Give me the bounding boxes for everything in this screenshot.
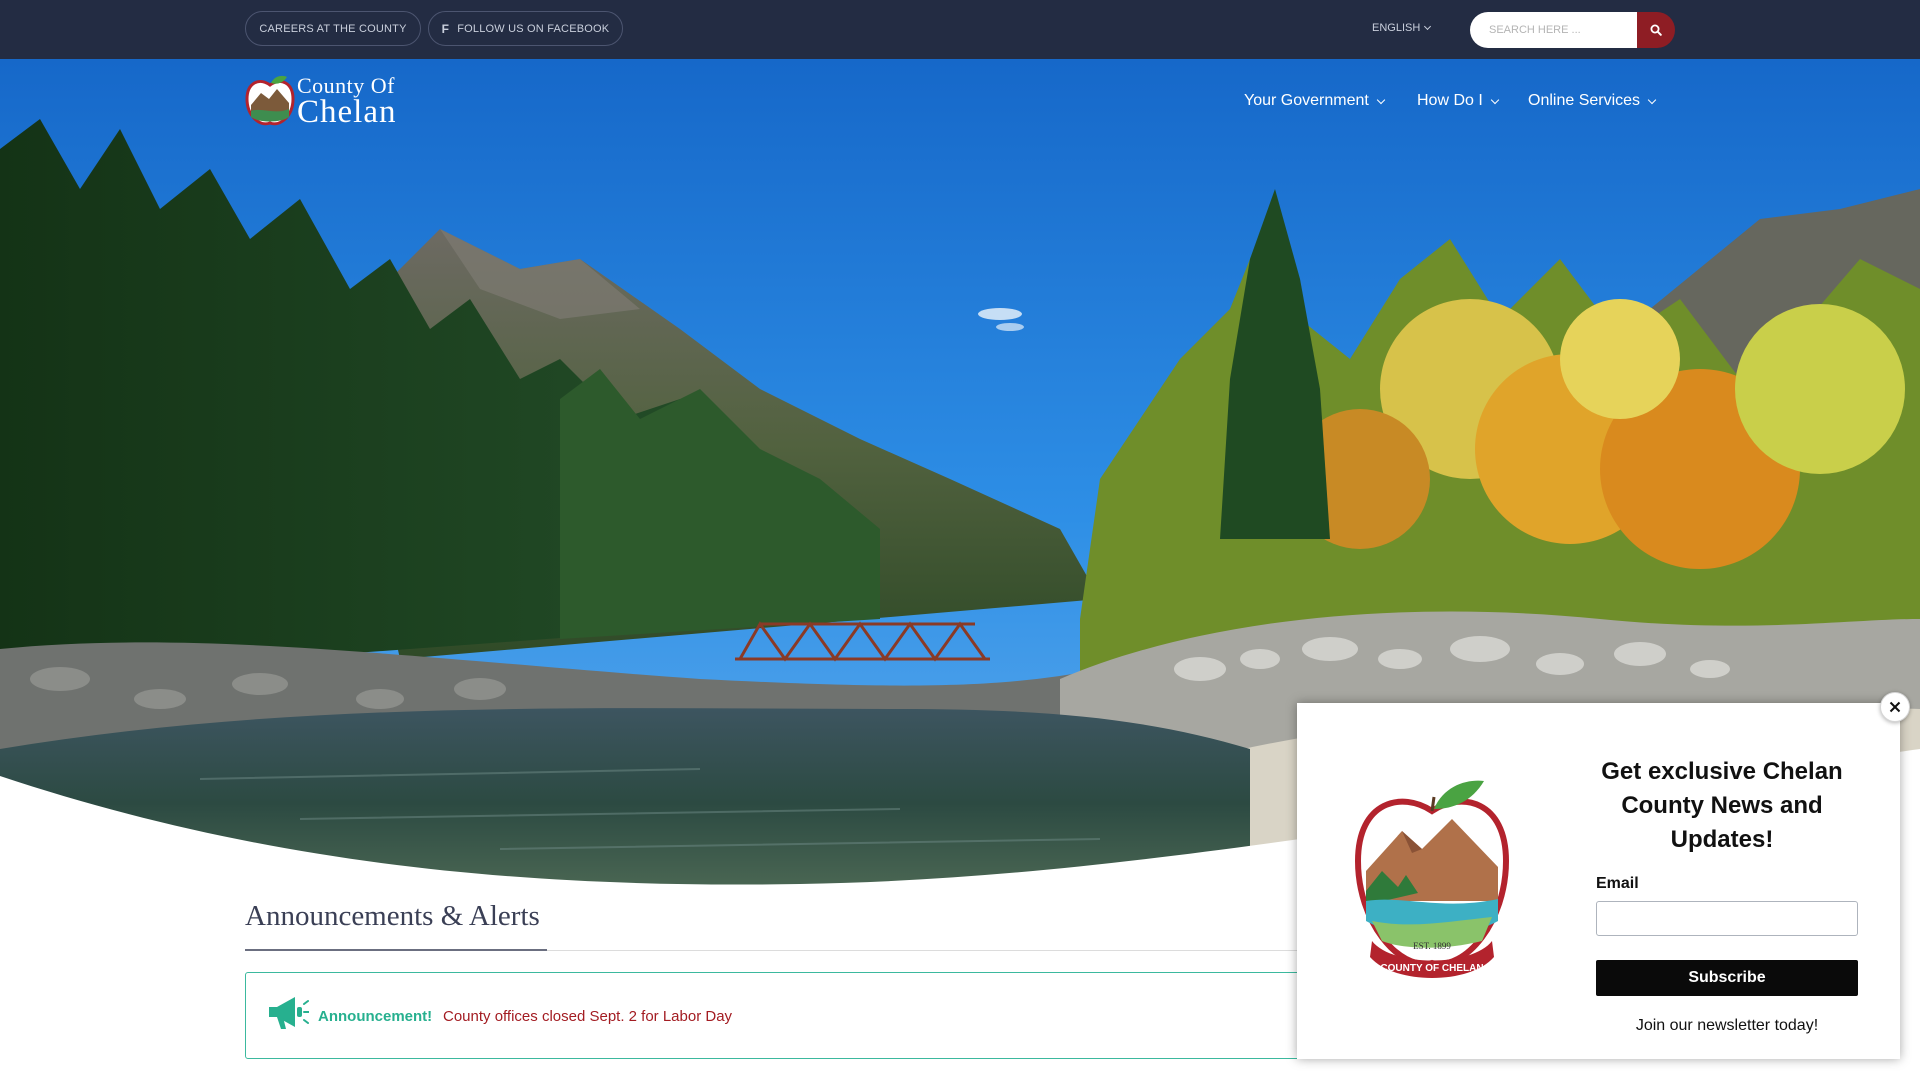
- section-title: Announcements & Alerts: [245, 900, 540, 932]
- language-selector[interactable]: ENGLISH: [1372, 22, 1432, 34]
- title-underline: [245, 949, 547, 951]
- nav-label: How Do I: [1417, 92, 1483, 109]
- chevron-down-icon: [1376, 95, 1386, 104]
- search-input[interactable]: [1470, 12, 1638, 48]
- alert-text[interactable]: County offices closed Sept. 2 for Labor …: [443, 1008, 732, 1025]
- chevron-down-icon: [1490, 95, 1500, 104]
- nav-your-government[interactable]: Your Government: [1244, 92, 1386, 110]
- join-text: Join our newsletter today!: [1635, 1017, 1819, 1034]
- email-field[interactable]: [1596, 901, 1858, 936]
- facebook-label: FOLLOW US ON FACEBOOK: [457, 22, 610, 35]
- seal-est-text: EST. 1899: [1413, 941, 1451, 951]
- careers-link[interactable]: CAREERS AT THE COUNTY: [245, 11, 421, 46]
- county-seal-icon: EST. 1899 COUNTY OF CHELAN: [1354, 780, 1510, 978]
- nav-how-do-i[interactable]: How Do I: [1417, 92, 1500, 110]
- top-bar: CAREERS AT THE COUNTY f FOLLOW US ON FAC…: [0, 0, 1920, 59]
- nav-label: Online Services: [1528, 92, 1641, 109]
- chevron-down-icon: [1647, 95, 1657, 104]
- subscribe-button[interactable]: Subscribe: [1596, 960, 1858, 996]
- alert-label: Announcement!: [318, 1008, 433, 1025]
- facebook-icon: f: [441, 21, 450, 36]
- search-form: [1470, 12, 1675, 48]
- search-button[interactable]: [1637, 12, 1675, 48]
- popup-close-button[interactable]: [1880, 692, 1910, 722]
- popup-heading: Get exclusive Chelan County News and Upd…: [1601, 758, 1843, 853]
- apple-logo-icon: [245, 75, 295, 126]
- logo-text: County Of Chelan: [297, 75, 396, 129]
- nav-label: Your Government: [1244, 92, 1369, 109]
- chevron-down-icon: [1424, 22, 1432, 31]
- search-icon: [1650, 24, 1662, 36]
- language-label: ENGLISH: [1372, 22, 1421, 34]
- megaphone-icon: [269, 997, 309, 1029]
- logo-line2: Chelan: [297, 94, 397, 130]
- careers-label: CAREERS AT THE COUNTY: [259, 22, 407, 35]
- facebook-link[interactable]: f FOLLOW US ON FACEBOOK: [428, 11, 623, 46]
- newsletter-popup: EST. 1899 COUNTY OF CHELAN Get exclusive…: [1297, 703, 1900, 1059]
- nav-online-services[interactable]: Online Services: [1528, 92, 1657, 110]
- site-logo[interactable]: County Of Chelan: [245, 73, 445, 131]
- email-label: Email: [1596, 875, 1639, 892]
- seal-county-text: COUNTY OF CHELAN: [1380, 963, 1483, 974]
- close-icon: [1889, 701, 1901, 713]
